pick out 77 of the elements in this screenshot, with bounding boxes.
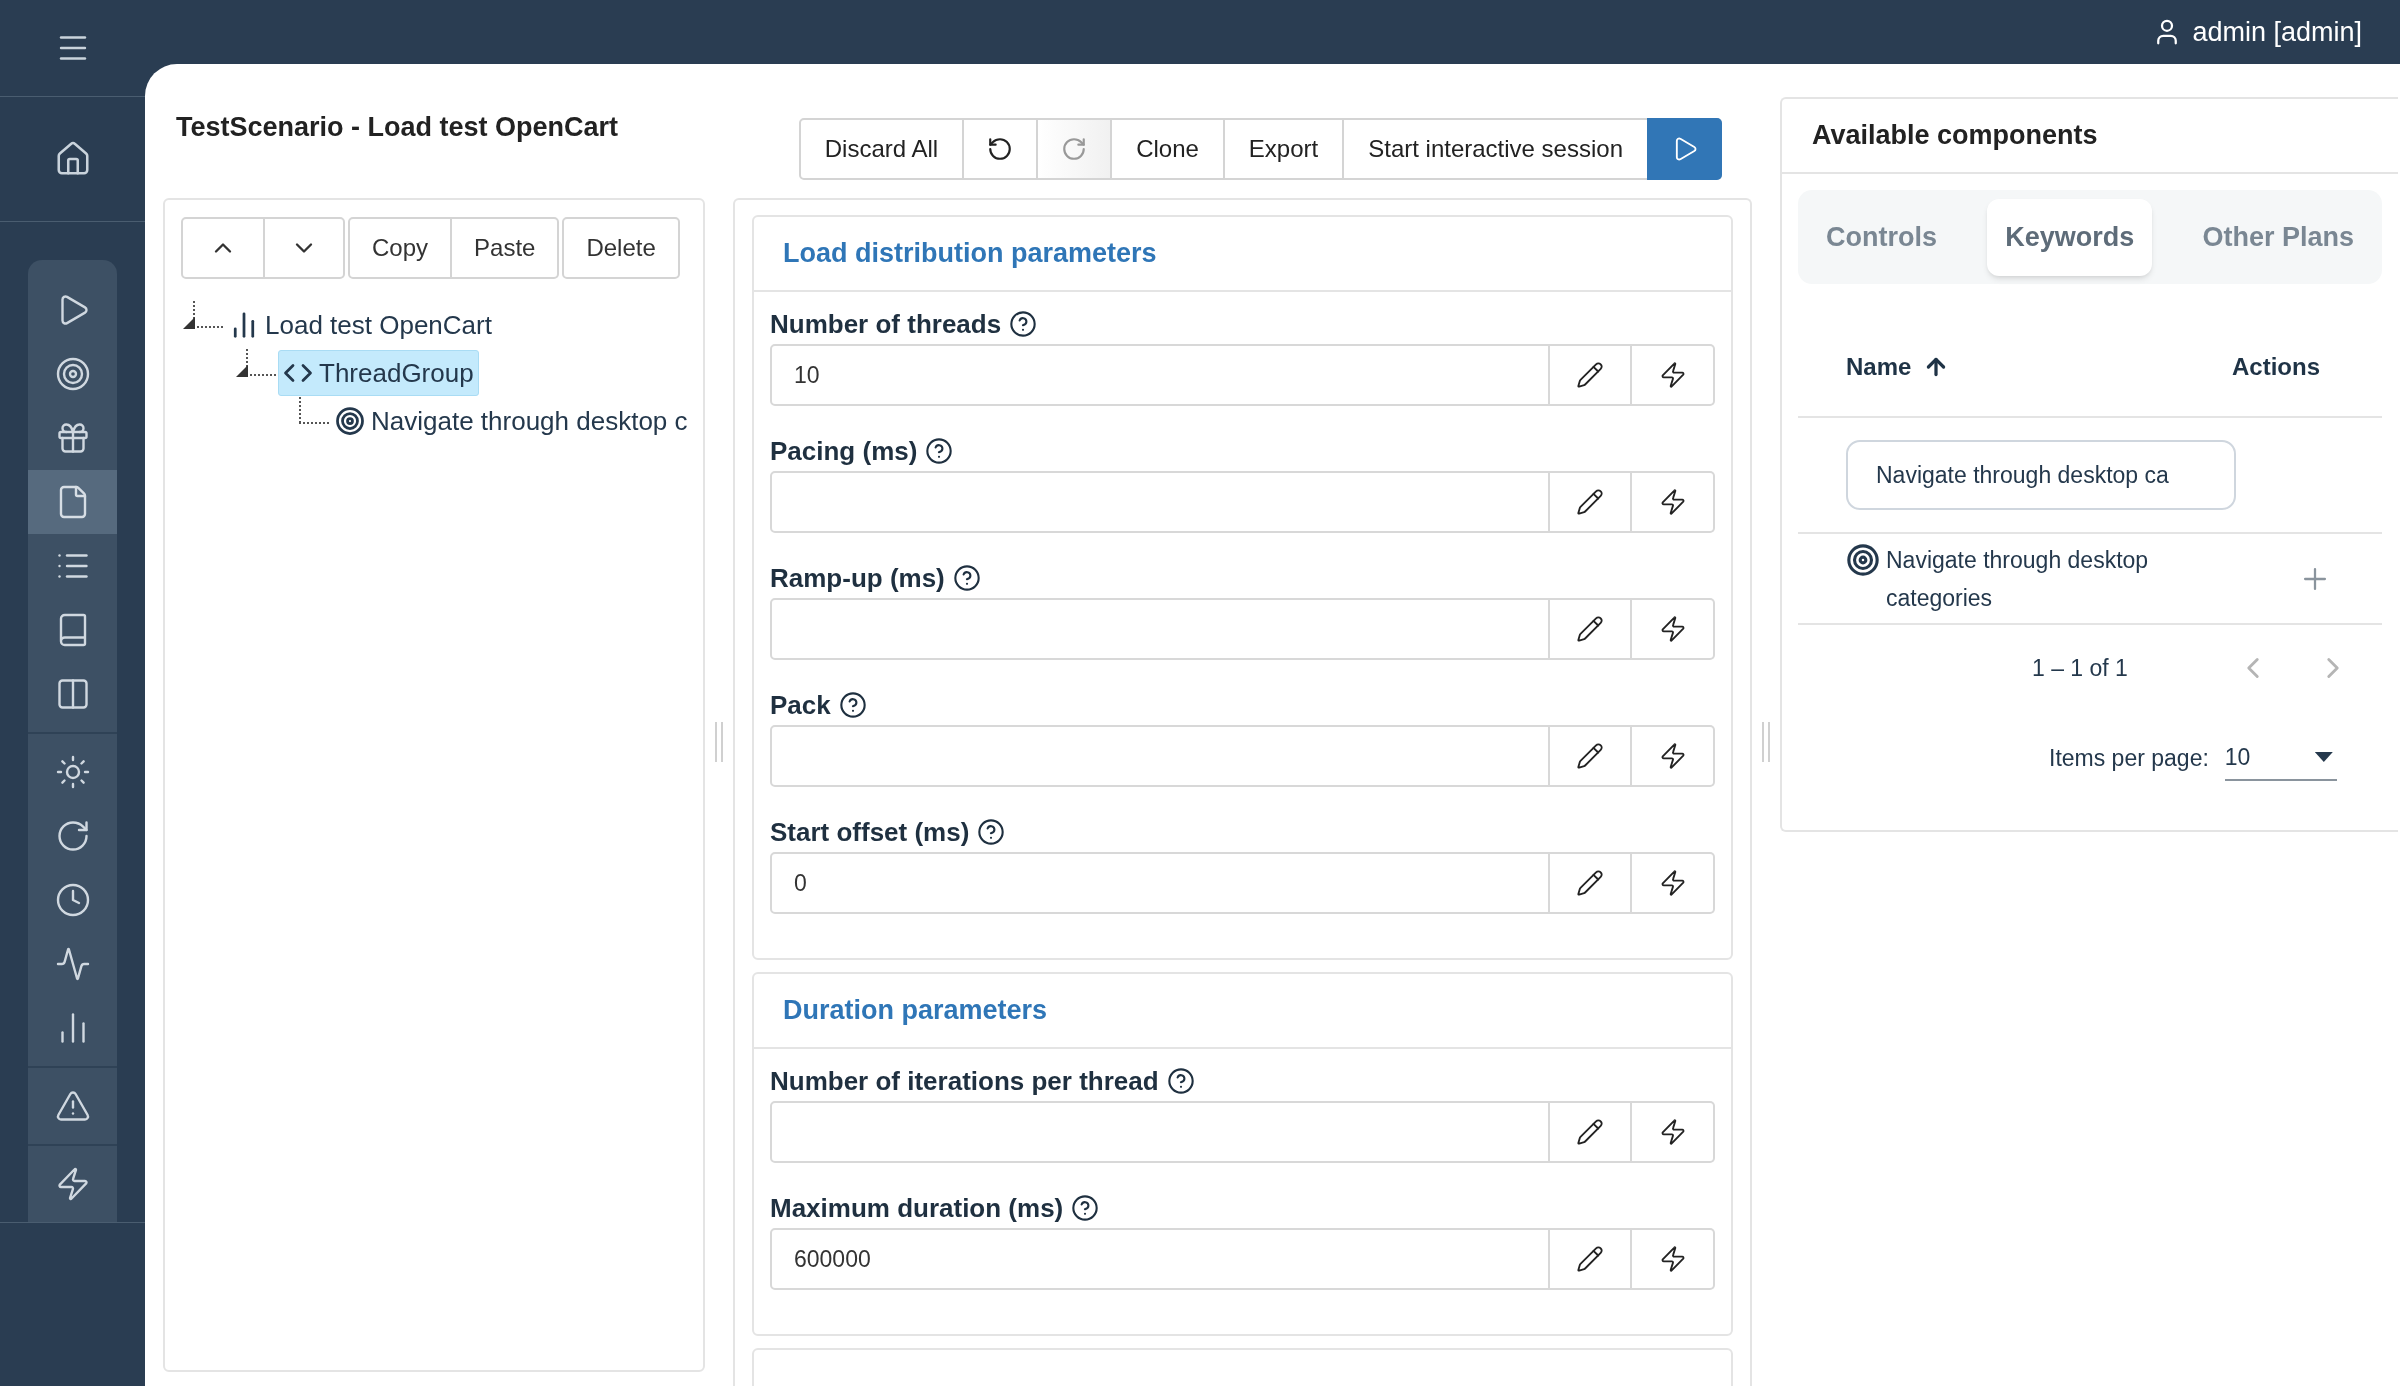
section-title: Load distribution parameters — [783, 237, 1157, 271]
page-title: TestScenario - Load test OpenCart — [176, 111, 620, 144]
target-icon — [1846, 542, 1880, 577]
field-label: Number of threads — [770, 307, 1002, 341]
toolbar-button[interactable]: Discard All — [800, 120, 963, 178]
help-icon[interactable] — [952, 564, 981, 592]
field-label: Number of iterations per thread — [770, 1064, 1159, 1098]
edit-button[interactable] — [1550, 1101, 1632, 1163]
field-label: Start offset (ms) — [770, 815, 970, 849]
pencil-icon — [1576, 488, 1604, 516]
panel-title: Available components — [1812, 119, 2098, 153]
tree-item[interactable]: ThreadGroup — [278, 350, 479, 396]
field-label: Pack — [770, 688, 831, 722]
help-icon[interactable] — [925, 437, 954, 465]
pencil-icon — [1576, 742, 1604, 770]
dynamic-value-button[interactable] — [1632, 725, 1715, 787]
pencil-icon — [1576, 361, 1604, 389]
dynamic-value-button[interactable] — [1632, 598, 1715, 660]
redo-icon — [1061, 136, 1088, 162]
text-field[interactable] — [770, 1101, 1550, 1163]
help-icon[interactable] — [977, 818, 1006, 846]
sidebar-item[interactable] — [28, 470, 117, 534]
undo-icon — [987, 136, 1014, 162]
dynamic-value-button[interactable] — [1632, 471, 1715, 533]
help-icon[interactable] — [838, 691, 867, 719]
user-name[interactable]: admin [admin] — [2192, 11, 2362, 53]
edit-button[interactable] — [1550, 344, 1632, 406]
column-header[interactable]: Name — [1846, 349, 1912, 385]
pencil-icon — [1576, 1118, 1604, 1146]
toolbar-button[interactable]: Clone — [1110, 120, 1223, 178]
splitter-handle[interactable] — [1762, 721, 1770, 762]
pencil-icon — [1576, 869, 1604, 897]
help-icon[interactable] — [1071, 1194, 1100, 1222]
items-per-page-label: Items per page: — [2049, 743, 2209, 773]
dynamic-value-button[interactable] — [1632, 1101, 1715, 1163]
dynamic-value-button[interactable] — [1632, 344, 1715, 406]
text-field[interactable] — [770, 471, 1550, 533]
help-icon[interactable] — [1009, 310, 1038, 338]
section-title: Duration parameters — [783, 994, 1048, 1028]
target-icon — [54, 356, 91, 392]
edit-button[interactable] — [1550, 1228, 1632, 1290]
tree-item[interactable]: Load test OpenCart — [225, 302, 496, 348]
sun-icon — [54, 754, 91, 790]
pagination-range: 1 – 1 of 1 — [2032, 653, 2129, 683]
text-field[interactable]: 10 — [770, 344, 1550, 406]
dynamic-value-button[interactable] — [1632, 1228, 1715, 1290]
clock-icon — [54, 882, 91, 918]
help-icon[interactable] — [1166, 1067, 1195, 1095]
pencil-icon — [1576, 615, 1604, 643]
items-per-page-select[interactable]: 10 — [2224, 735, 2337, 781]
toolbar-button[interactable]: Export — [1222, 120, 1343, 178]
splitter-handle[interactable] — [715, 721, 723, 762]
column-header: Actions — [2232, 352, 2320, 382]
tab[interactable]: Keywords — [1987, 198, 2153, 276]
tree-item[interactable]: Navigate through desktop c — [331, 398, 692, 444]
toolbar-button[interactable]: Delete — [564, 219, 678, 277]
edit-button[interactable] — [1550, 471, 1632, 533]
edit-button[interactable] — [1550, 852, 1632, 914]
text-field[interactable]: 0 — [770, 852, 1550, 914]
pulse-icon — [54, 946, 91, 982]
toolbar-button[interactable]: Copy — [350, 219, 451, 277]
edit-button[interactable] — [1550, 725, 1632, 787]
toolbar-button[interactable]: Paste — [450, 219, 558, 277]
warning-icon — [54, 1088, 91, 1124]
dynamic-value-button[interactable] — [1632, 852, 1715, 914]
text-field[interactable] — [770, 598, 1550, 660]
filter-field[interactable]: Navigate through desktop ca — [1846, 440, 2236, 510]
text-field[interactable]: 600000 — [770, 1228, 1550, 1290]
field-label: Maximum duration (ms) — [770, 1191, 1064, 1225]
pencil-icon — [1576, 1245, 1604, 1273]
run-button[interactable] — [1647, 118, 1722, 180]
target-icon — [335, 406, 365, 436]
field-label: Ramp-up (ms) — [770, 561, 945, 595]
edit-button[interactable] — [1550, 598, 1632, 660]
component-name: Navigate through desktop categories — [1886, 545, 2150, 613]
field-label: Pacing (ms) — [770, 434, 918, 468]
text-field[interactable] — [770, 725, 1550, 787]
